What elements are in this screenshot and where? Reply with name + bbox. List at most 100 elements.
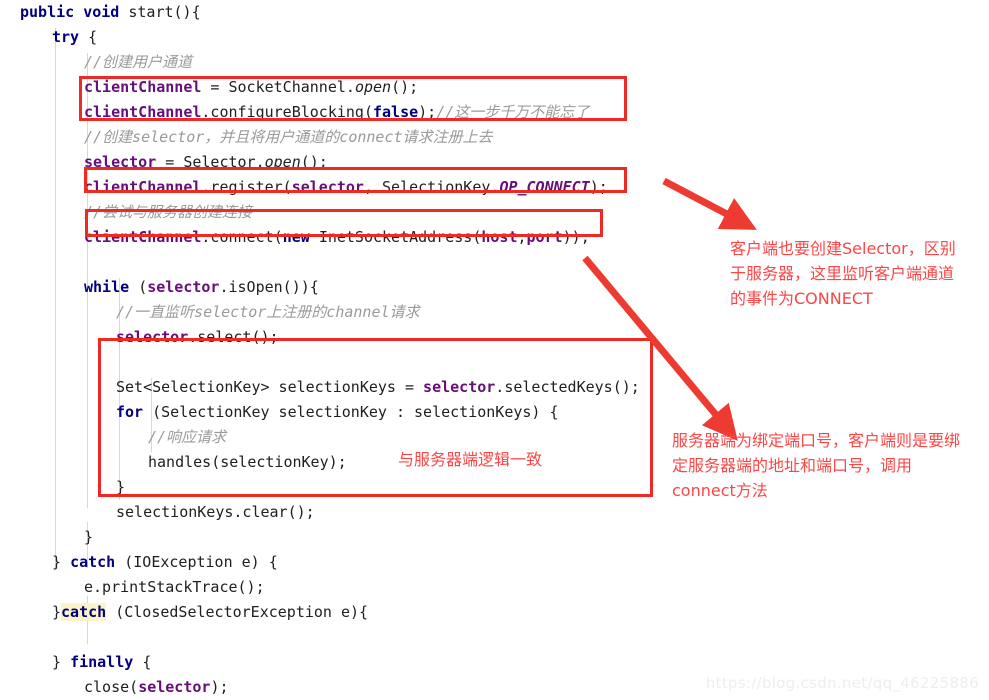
code-token: handles(selectionKey); [148,453,347,471]
code-token: } [52,603,62,621]
code-token: false [373,103,419,121]
code-token: } [84,528,94,546]
code-token: open [354,78,392,96]
code-token: e.printStackTrace(); [84,578,265,596]
note-line: 的事件为CONNECT [730,289,873,308]
code-line: } [0,525,680,550]
code-token: while [84,278,139,296]
code-line: //创建selector，并且将用户通道的connect请求注册上去 [0,125,680,150]
code-token: for [116,403,153,421]
code-line: } finally { [0,650,680,675]
code-line: close(selector); [0,675,680,700]
code-token: public [20,3,84,21]
code-token: .select(); [188,328,279,346]
source-code-block[interactable]: public void start(){try {//创建用户通道 clientC… [0,0,680,700]
code-token: .configureBlocking( [201,103,373,121]
code-line: clientChannel = SocketChannel.open(); [0,75,680,100]
code-token: } [52,553,71,571]
code-line: //尝试与服务器创建连接 [0,200,680,225]
code-token: //创建selector，并且将用户通道的connect请求注册上去 [84,128,493,146]
code-token: ); [210,678,229,696]
code-token: )); [562,228,590,246]
code-token: clientChannel [84,228,202,246]
code-line: e.printStackTrace(); [0,575,680,600]
code-token: (SelectionKey selectionKey : selectionKe… [152,403,559,421]
code-token: , [517,228,527,246]
code-token: { [142,653,152,671]
code-token: //创建用户通道 [84,53,193,71]
code-token: .connect( [201,228,283,246]
code-token: try [52,28,89,46]
annotation-note-same-logic: 与服务器端逻辑一致 [398,450,542,470]
code-token: } [116,478,126,496]
code-token: = Selector. [156,153,265,171]
code-token: selector [116,328,189,346]
code-token: Set<SelectionKey> selectionKeys = [116,378,424,396]
note-line: 服务器端为绑定端口号，客户端则是要绑 [672,431,961,450]
code-token: selectionKeys.clear(); [116,503,315,521]
code-line: }catch (ClosedSelectorException e){ [0,600,680,625]
code-line: while (selector.isOpen()){ [0,275,680,300]
code-token: (ClosedSelectorException e){ [106,603,369,621]
code-token: selector [138,678,211,696]
code-line: //创建用户通道 [0,50,680,75]
code-token: selector [84,153,157,171]
code-token: port [526,228,563,246]
code-token: selector [147,278,220,296]
code-line: } [0,475,680,500]
note-line: connect方法 [672,481,768,500]
code-token: clientChannel [84,103,202,121]
code-token: void [83,3,129,21]
code-token: .isOpen()){ [219,278,319,296]
note-line: 客户端也要创建Selector，区别 [730,239,956,258]
code-line: public void start(){ [0,0,680,25]
code-line: clientChannel.configureBlocking(false);/… [0,100,680,125]
code-token: .register( [201,178,292,196]
code-line: selectionKeys.clear(); [0,500,680,525]
code-token: (IOException e) { [124,553,278,571]
code-token: (); [300,153,328,171]
code-token: //这一步千万不能忘了 [436,103,590,121]
code-token: new [282,228,319,246]
code-token: } [52,653,71,671]
code-token: finally [70,653,143,671]
code-token: close( [84,678,139,696]
code-token: ); [589,178,608,196]
code-token: host [481,228,518,246]
code-line: //一直监听selector上注册的channel请求 [0,300,680,325]
code-line: } catch (IOException e) { [0,550,680,575]
code-token: = SocketChannel. [201,78,355,96]
code-token: start(){ [128,3,201,21]
code-token: selector [291,178,364,196]
code-token: clientChannel [84,178,202,196]
code-line: for (SelectionKey selectionKey : selecti… [0,400,680,425]
code-token: //尝试与服务器创建连接 [84,203,253,221]
code-token: //响应请求 [148,428,227,446]
code-token: ( [138,278,148,296]
code-line: clientChannel.connect(new InetSocketAddr… [0,225,680,250]
note-line: 于服务器，这里监听客户端通道 [730,264,955,283]
code-token: OP_CONNECT [499,178,590,196]
code-token: { [88,28,98,46]
code-line: try { [0,25,680,50]
code-token: ); [418,103,437,121]
code-line: handles(selectionKey); [0,450,680,475]
code-line: selector.select(); [0,325,680,350]
code-token: catch [70,553,125,571]
annotation-note-connect: 服务器端为绑定端口号，客户端则是要绑 定服务器端的地址和端口号，调用 conne… [672,428,987,503]
code-token: clientChannel [84,78,202,96]
code-token: open [264,153,301,171]
code-token: selector [423,378,496,396]
code-screenshot-canvas: public void start(){try {//创建用户通道 clientC… [0,0,989,700]
code-token: //一直监听selector上注册的channel请求 [116,303,420,321]
note-line: 定服务器端的地址和端口号，调用 [672,456,913,475]
annotation-note-selector: 客户端也要创建Selector，区别 于服务器，这里监听客户端通道 的事件为CO… [730,236,985,311]
code-line: //响应请求 [0,425,680,450]
code-line: Set<SelectionKey> selectionKeys = select… [0,375,680,400]
code-token: catch [61,603,107,621]
code-line: selector = Selector.open(); [0,150,680,175]
code-token: , SelectionKey. [363,178,500,196]
code-line: clientChannel.register(selector, Selecti… [0,175,680,200]
